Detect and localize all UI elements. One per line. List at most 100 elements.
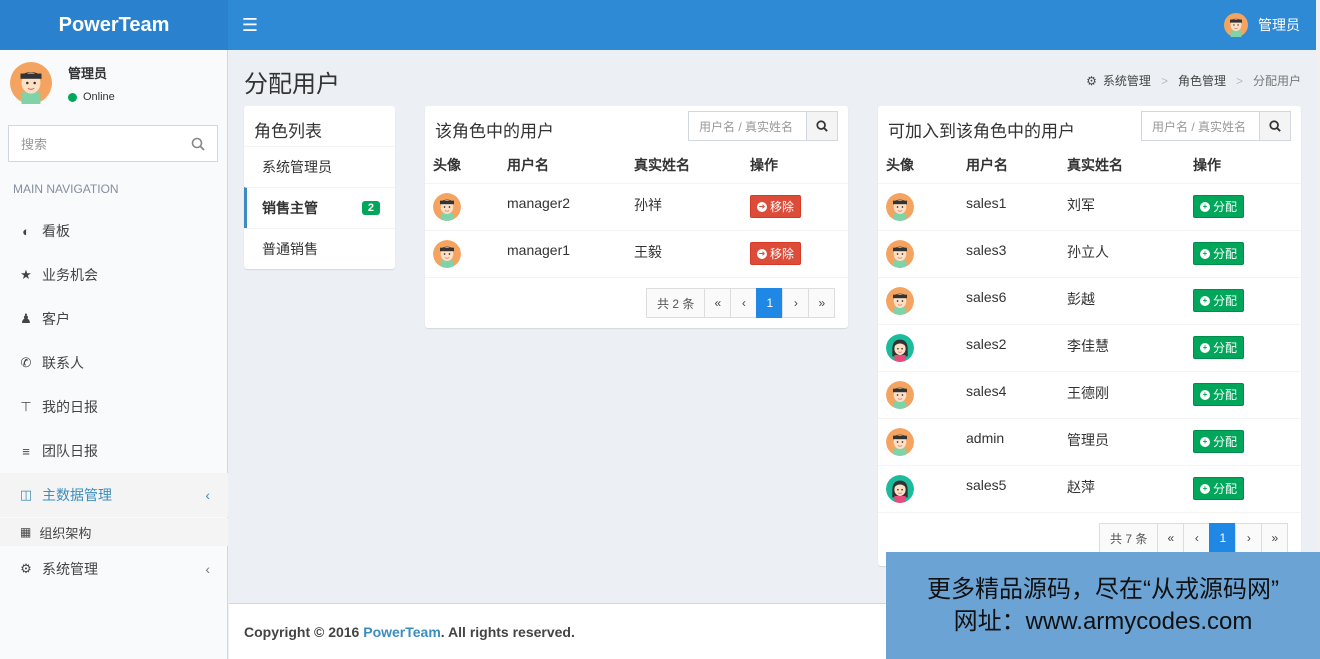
table-row: manager1 王毅 ➜ 移除 xyxy=(425,230,848,278)
header-user-menu[interactable]: 管理员 xyxy=(1224,0,1316,50)
first-page-button[interactable]: « xyxy=(704,288,732,318)
plus-circle-icon: + xyxy=(1200,436,1210,447)
search-button[interactable] xyxy=(1259,111,1291,141)
role-item-admin[interactable]: 系统管理员 xyxy=(244,146,395,187)
nav-header: MAIN NAVIGATION xyxy=(13,182,119,196)
last-page-button[interactable]: » xyxy=(808,288,836,318)
sidebar-item-master-data[interactable]: ◫ 主数据管理 ‹ xyxy=(0,473,228,517)
database-icon: ◫ xyxy=(19,487,33,502)
avatar xyxy=(886,381,914,409)
role-list-box: 角色列表 系统管理员 销售主管 2 普通销售 xyxy=(244,106,395,269)
online-dot-icon xyxy=(68,92,77,102)
plus-circle-icon: + xyxy=(1200,342,1210,353)
members-search: 用户名 / 真实姓名 xyxy=(688,111,838,141)
column-header: 用户名 xyxy=(499,148,626,184)
column-header: 头像 xyxy=(878,148,958,184)
plus-circle-icon: + xyxy=(1200,483,1210,494)
remove-button[interactable]: ➜ 移除 xyxy=(750,242,802,265)
online-status: Online xyxy=(68,91,115,103)
next-page-button[interactable]: › xyxy=(782,288,810,318)
pin-icon: ⊤ xyxy=(20,399,32,414)
column-header: 真实姓名 xyxy=(626,148,742,184)
arrow-circle-icon: ➜ xyxy=(757,201,767,212)
avatar xyxy=(886,428,914,456)
sidebar-item-dashboard[interactable]: ◐ 看板 xyxy=(0,209,228,253)
phone-icon: ✆ xyxy=(20,355,32,370)
avatar xyxy=(886,287,914,315)
hamburger-icon[interactable]: ☰ xyxy=(228,0,272,50)
sidebar-item-system[interactable]: ⚙ 系统管理 ‹ xyxy=(0,547,228,591)
candidates-search: 用户名 / 真实姓名 xyxy=(1141,111,1291,141)
column-header: 头像 xyxy=(425,148,499,184)
role-list-title: 角色列表 xyxy=(254,122,322,141)
search-button[interactable] xyxy=(806,111,838,141)
assign-button[interactable]: + 分配 xyxy=(1193,195,1245,218)
count-badge: 2 xyxy=(361,201,380,215)
assign-button[interactable]: + 分配 xyxy=(1193,477,1245,500)
breadcrumb-system[interactable]: 系统管理 xyxy=(1103,72,1151,89)
avatar xyxy=(886,240,914,268)
avatar xyxy=(433,193,461,221)
user-panel: 管理员 Online xyxy=(0,50,227,116)
breadcrumb-roles[interactable]: 角色管理 xyxy=(1178,72,1226,89)
pagination-total: 共 2 条 xyxy=(646,288,706,318)
sidebar-item-contacts[interactable]: ✆ 联系人 xyxy=(0,341,228,385)
avatar xyxy=(10,62,52,104)
role-item-sales[interactable]: 普通销售 xyxy=(244,228,395,269)
members-pagination: 共 2 条 « ‹ 1 › » xyxy=(646,288,836,318)
cogs-icon: ⚙ xyxy=(1086,73,1097,88)
table-row: manager2 孙祥 ➜ 移除 xyxy=(425,183,848,231)
avatar xyxy=(433,240,461,268)
search-icon[interactable] xyxy=(191,137,205,151)
brand-logo[interactable]: PowerTeam xyxy=(0,0,228,50)
first-page-button[interactable]: « xyxy=(1157,523,1185,553)
watermark-banner: 更多精品源码，尽在“从戎源码网” 网址：www.armycodes.com xyxy=(886,552,1320,659)
cogs-icon: ⚙ xyxy=(20,561,32,576)
remove-button[interactable]: ➜ 移除 xyxy=(750,195,802,218)
role-members-box: 该角色中的用户 用户名 / 真实姓名 头像 用户名 真实姓名 操作 manage… xyxy=(425,106,848,328)
sidebar-item-opportunities[interactable]: ★ 业务机会 xyxy=(0,253,228,297)
sidebar-item-my-daily[interactable]: ⊤ 我的日报 xyxy=(0,385,228,429)
page-title: 分配用户 xyxy=(244,71,340,98)
top-header: PowerTeam ☰ 管理员 xyxy=(0,0,1316,50)
sitemap-icon: ▦ xyxy=(20,525,32,539)
list-icon: ≡ xyxy=(22,443,30,459)
avatar xyxy=(886,193,914,221)
sidebar-search-input[interactable]: 搜索 xyxy=(8,125,218,162)
plus-circle-icon: + xyxy=(1200,248,1210,259)
column-header: 用户名 xyxy=(958,148,1059,184)
breadcrumb: ⚙ 系统管理 > 角色管理 > 分配用户 xyxy=(1086,72,1301,89)
table-row: sales5 赵萍 + 分配 xyxy=(878,465,1301,513)
assign-button[interactable]: + 分配 xyxy=(1193,242,1245,265)
users-icon: ♟ xyxy=(20,311,32,326)
assign-button[interactable]: + 分配 xyxy=(1193,289,1245,312)
assign-button[interactable]: + 分配 xyxy=(1193,383,1245,406)
sidebar-item-team-daily[interactable]: ≡ 团队日报 xyxy=(0,429,228,473)
next-page-button[interactable]: › xyxy=(1235,523,1263,553)
sidebar-user-name: 管理员 xyxy=(68,66,108,81)
prev-page-button[interactable]: ‹ xyxy=(730,288,758,318)
search-icon xyxy=(1269,120,1281,132)
column-header: 操作 xyxy=(742,148,848,184)
plus-circle-icon: + xyxy=(1200,295,1210,306)
page-1-button[interactable]: 1 xyxy=(756,288,784,318)
page-1-button[interactable]: 1 xyxy=(1209,523,1237,553)
avatar xyxy=(886,475,914,503)
table-row: sales4 王德刚 + 分配 xyxy=(878,371,1301,419)
prev-page-button[interactable]: ‹ xyxy=(1183,523,1211,553)
search-icon xyxy=(816,120,828,132)
role-members-title: 该角色中的用户 xyxy=(435,122,554,141)
chevron-left-icon: ‹ xyxy=(205,487,210,503)
footer-brand-link[interactable]: PowerTeam xyxy=(363,624,441,640)
sidebar: 管理员 Online 搜索 MAIN NAVIGATION ◐ 看板 ★ 业务机… xyxy=(0,50,228,659)
candidates-search-input[interactable]: 用户名 / 真实姓名 xyxy=(1141,111,1259,141)
assign-button[interactable]: + 分配 xyxy=(1193,336,1245,359)
sidebar-item-org-structure[interactable]: ▦ 组织架构 xyxy=(0,518,228,546)
chevron-left-icon: ‹ xyxy=(205,561,210,577)
assign-button[interactable]: + 分配 xyxy=(1193,430,1245,453)
sidebar-item-customers[interactable]: ♟ 客户 xyxy=(0,297,228,341)
role-item-sales-manager[interactable]: 销售主管 2 xyxy=(244,187,395,228)
members-search-input[interactable]: 用户名 / 真实姓名 xyxy=(688,111,806,141)
last-page-button[interactable]: » xyxy=(1261,523,1289,553)
column-header: 操作 xyxy=(1185,148,1301,184)
